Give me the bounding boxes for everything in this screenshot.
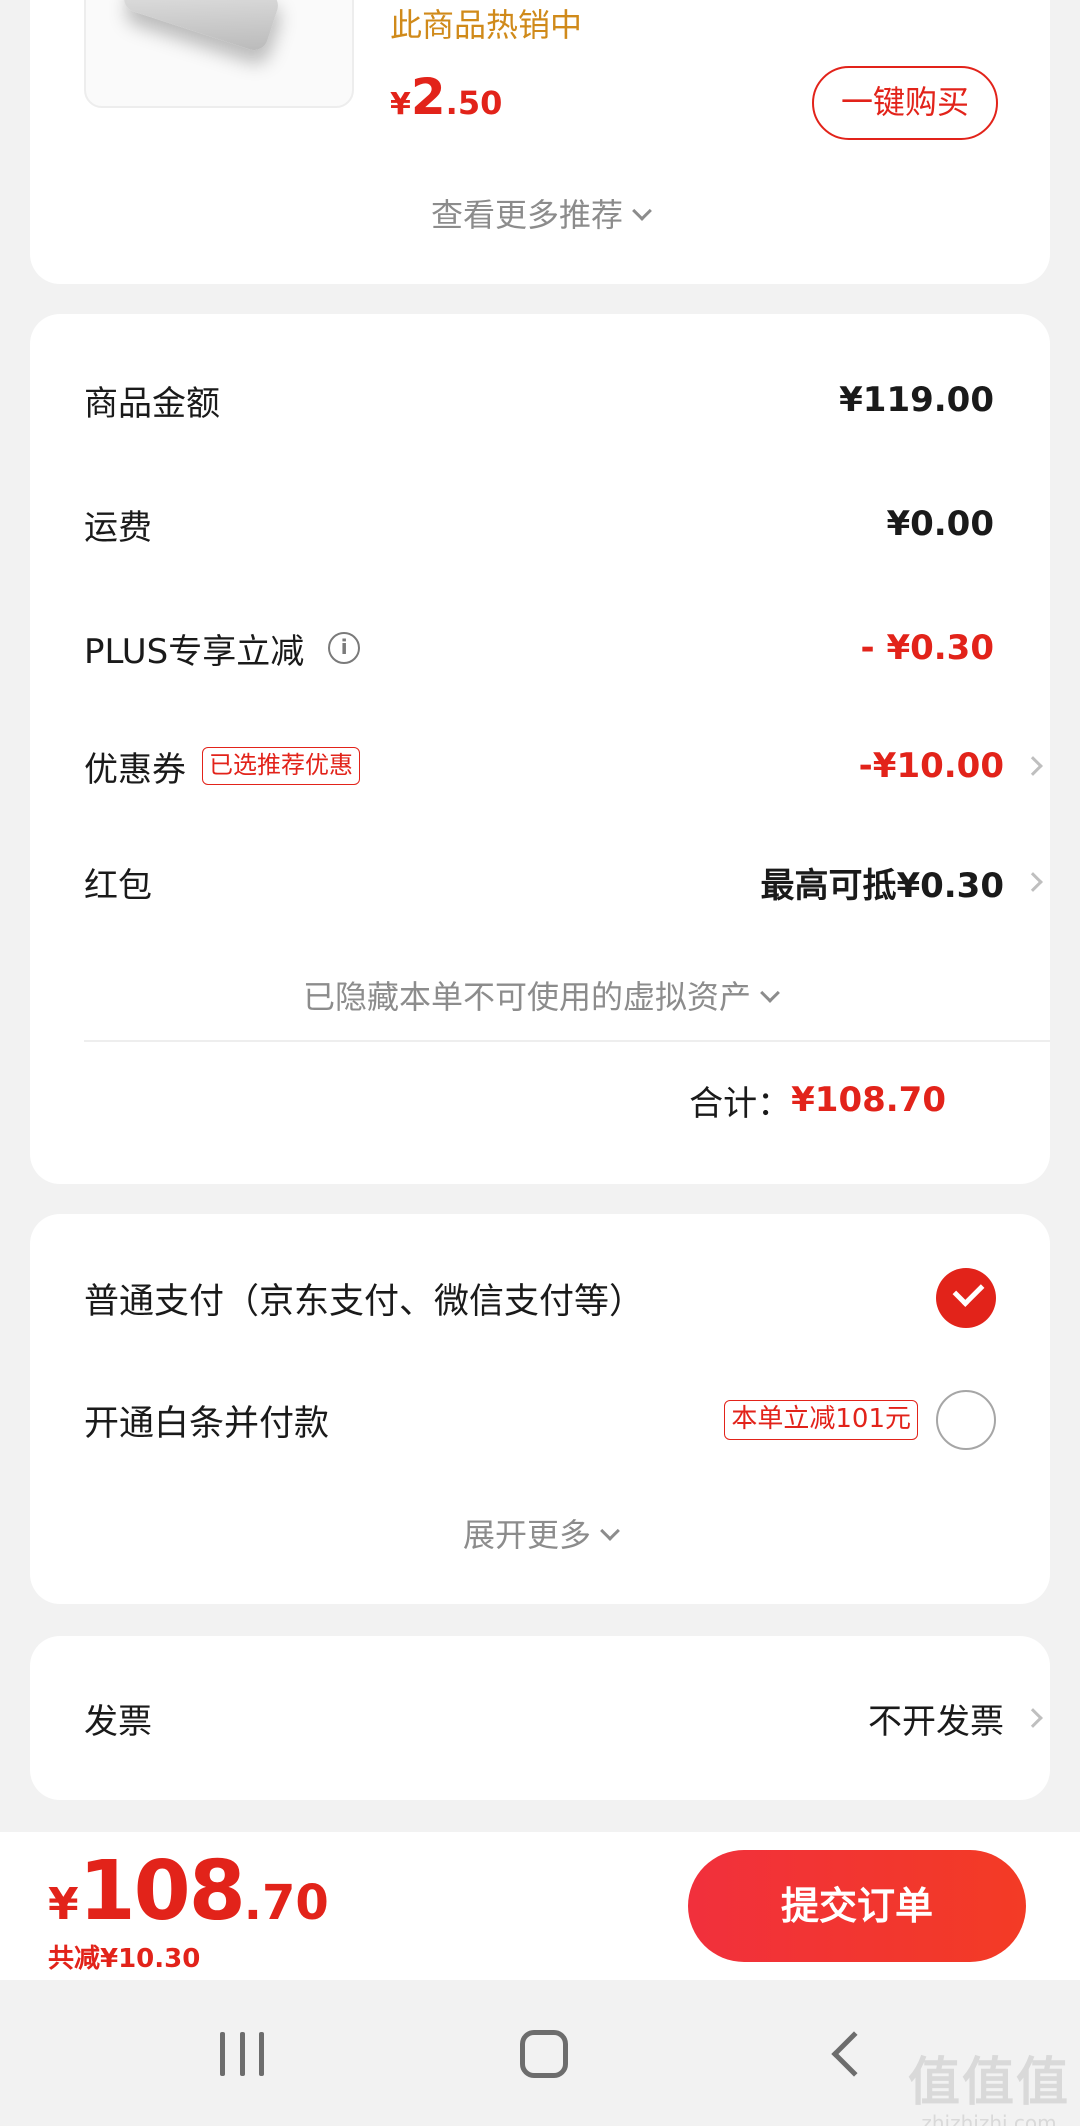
- home-icon[interactable]: [520, 2030, 568, 2078]
- hidden-assets-toggle[interactable]: 已隐藏本单不可使用的虚拟资产: [30, 972, 1050, 1018]
- coupon-recommended-tag: 已选推荐优惠: [202, 747, 360, 785]
- submit-order-button[interactable]: 提交订单: [688, 1850, 1026, 1962]
- plus-discount-row: PLUS专享立减 i - ¥0.30: [84, 618, 994, 678]
- recommendation-card: 此商品热销中 ¥2.50 一键购买 查看更多推荐: [30, 0, 1050, 284]
- plus-discount-label-group: PLUS专享立减 i: [84, 624, 361, 673]
- see-more-recommendations[interactable]: 查看更多推荐: [30, 190, 1050, 236]
- price-decimal: .50: [445, 84, 503, 122]
- payment-option-normal[interactable]: 普通支付（京东支付、微信支付等）: [84, 1266, 996, 1330]
- product-thumbnail[interactable]: [84, 0, 354, 108]
- red-packet-value-group: 最高可抵¥0.30: [760, 858, 1043, 907]
- watermark-logo: 值值值: [907, 2053, 1070, 2113]
- recommendation-price: ¥2.50: [390, 68, 502, 126]
- invoice-value: 不开发票: [868, 1701, 1004, 1742]
- invoice-card[interactable]: 发票 不开发票: [30, 1636, 1050, 1800]
- order-total: 合计： ¥108.70: [689, 1070, 946, 1130]
- chevron-down-icon: [600, 1521, 620, 1541]
- coupon-value-group: -¥10.00: [858, 746, 1043, 786]
- normal-payment-label: 普通支付（京东支付、微信支付等）: [84, 1281, 645, 1322]
- baitiao-right-group: 本单立减101元: [724, 1390, 996, 1450]
- back-icon[interactable]: [831, 2031, 877, 2077]
- price-integer: 2: [410, 68, 446, 126]
- chevron-down-icon: [760, 983, 780, 1003]
- invoice-value-group: 不开发票: [868, 1694, 1043, 1743]
- red-packet-value: 最高可抵¥0.30: [760, 865, 1004, 906]
- invoice-row[interactable]: 发票 不开发票: [84, 1688, 1043, 1748]
- checked-radio-icon[interactable]: [936, 1268, 996, 1328]
- order-confirm-page: 此商品热销中 ¥2.50 一键购买 查看更多推荐 商品金额 ¥119.00 运费…: [0, 0, 1080, 2126]
- hot-sale-text: 此商品热销中: [390, 6, 583, 44]
- watermark-url: zhizhizhi.com: [921, 2111, 1057, 2126]
- chevron-right-icon: [1023, 756, 1043, 776]
- goods-amount-label: 商品金额: [84, 383, 220, 424]
- red-packet-row[interactable]: 红包 最高可抵¥0.30: [84, 852, 1043, 912]
- price-summary-card: 商品金额 ¥119.00 运费 ¥0.00 PLUS专享立减 i - ¥0.30…: [30, 314, 1050, 1184]
- price-symbol: ¥: [390, 87, 411, 122]
- price-symbol: ¥: [48, 1879, 79, 1930]
- baitiao-discount-tag: 本单立减101元: [724, 1400, 918, 1440]
- unchecked-radio-icon[interactable]: [936, 1390, 996, 1450]
- product-image: [120, 0, 282, 54]
- divider: [84, 1040, 1050, 1042]
- baitiao-payment-label: 开通白条并付款: [84, 1403, 330, 1444]
- recent-apps-icon[interactable]: [220, 2032, 264, 2076]
- watermark: 值值值 zhizhizhi.com: [908, 2040, 1070, 2126]
- red-packet-label: 红包: [84, 865, 152, 906]
- payment-option-baitiao[interactable]: 开通白条并付款 本单立减101元: [84, 1388, 996, 1452]
- expand-more-label: 展开更多: [462, 1516, 591, 1554]
- total-value: ¥108.70: [791, 1080, 946, 1120]
- see-more-label: 查看更多推荐: [430, 196, 623, 234]
- shipping-label: 运费: [84, 507, 152, 548]
- goods-amount-value: ¥119.00: [839, 380, 994, 420]
- plus-discount-label: PLUS专享立减: [84, 631, 305, 672]
- chevron-right-icon: [1023, 872, 1043, 892]
- coupon-value: -¥10.00: [858, 746, 1004, 786]
- payment-method-card: 普通支付（京东支付、微信支付等） 开通白条并付款 本单立减101元 展开更多: [30, 1214, 1050, 1604]
- chevron-down-icon: [632, 201, 652, 221]
- one-click-buy-button[interactable]: 一键购买: [812, 66, 998, 140]
- plus-discount-value: - ¥0.30: [860, 628, 995, 668]
- shipping-row: 运费 ¥0.00: [84, 494, 994, 554]
- expand-more-payment[interactable]: 展开更多: [30, 1510, 1050, 1556]
- shipping-value: ¥0.00: [886, 504, 994, 544]
- hidden-assets-label: 已隐藏本单不可使用的虚拟资产: [302, 978, 751, 1016]
- total-saved-text: 共减¥10.30: [48, 1944, 201, 1974]
- coupon-label: 优惠券: [84, 749, 186, 790]
- submit-bar: ¥108.70 共减¥10.30 提交订单: [0, 1832, 1080, 1980]
- info-icon[interactable]: i: [328, 632, 361, 664]
- coupon-label-group: 优惠券 已选推荐优惠: [84, 742, 360, 791]
- price-decimal: .70: [243, 1875, 329, 1931]
- bottom-total-price: ¥108.70: [48, 1844, 329, 1939]
- price-integer: 108: [78, 1844, 246, 1939]
- chevron-right-icon: [1023, 1708, 1043, 1728]
- coupon-row[interactable]: 优惠券 已选推荐优惠 -¥10.00: [84, 736, 1043, 796]
- goods-amount-row: 商品金额 ¥119.00: [84, 370, 994, 430]
- total-label: 合计：: [689, 1083, 792, 1124]
- invoice-label: 发票: [84, 1701, 152, 1742]
